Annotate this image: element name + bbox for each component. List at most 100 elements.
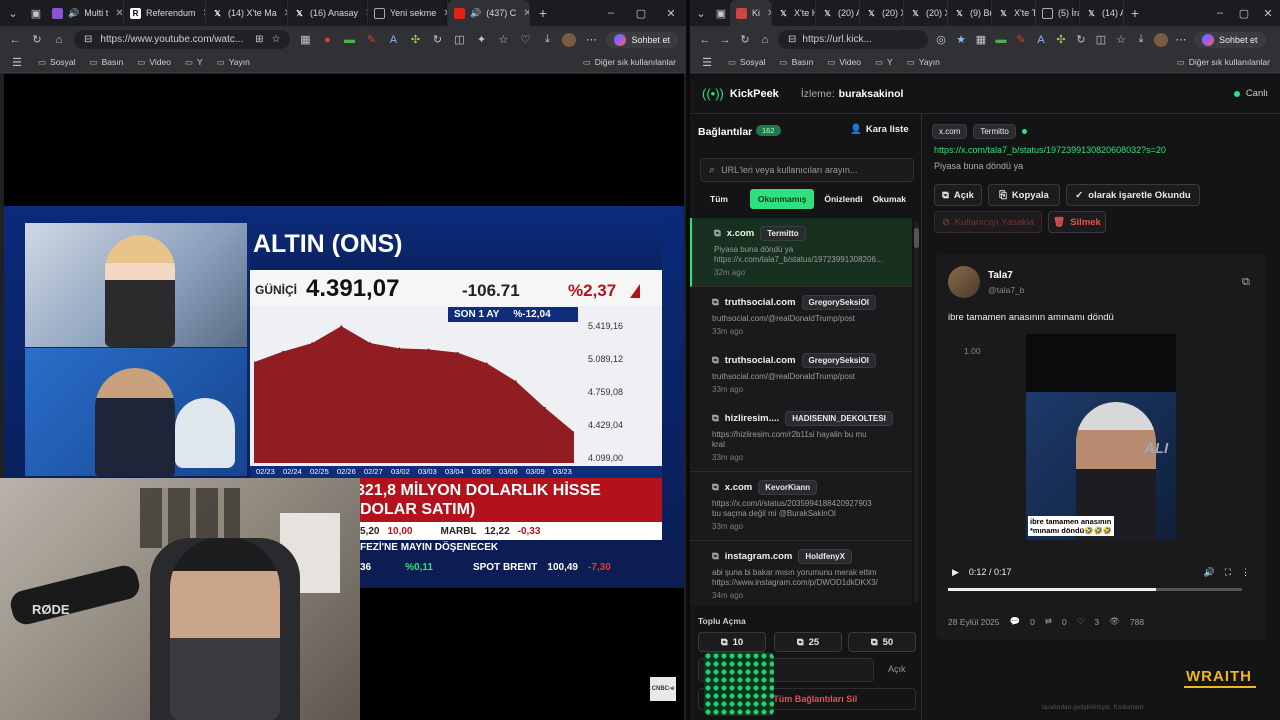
extension-3-icon[interactable]: ▬ — [342, 34, 356, 46]
chat-button[interactable]: Sohbet et — [606, 31, 678, 48]
tab-r7[interactable]: 𝕏 X'te Tr — [992, 0, 1036, 26]
avatar[interactable] — [562, 32, 577, 47]
tab-r9[interactable]: 𝕏 (14) A — [1080, 0, 1124, 26]
tab-r3[interactable]: 𝕏 (20) A — [816, 0, 860, 26]
extension-1-icon[interactable]: ▦ — [298, 33, 312, 46]
tab-1[interactable]: 🔊 Multi t ✕ — [46, 0, 124, 26]
split-screen-icon[interactable]: ◫ — [452, 33, 466, 46]
reload-icon[interactable]: ↻ — [738, 33, 752, 46]
filter-previewed[interactable]: Önizlendi — [824, 194, 862, 204]
tab-menu-icon[interactable]: ⌄ — [690, 7, 712, 20]
downloads-icon[interactable]: ⤓ — [1134, 33, 1148, 46]
video-progress-track[interactable] — [948, 588, 1242, 591]
bookmark-folder[interactable]: ▭ Basın — [780, 57, 814, 68]
scrollbar-thumb[interactable] — [914, 228, 919, 248]
refresh-ext-icon[interactable]: ↻ — [430, 33, 444, 46]
list-item[interactable]: ⧉ x.com KevorKiann https://x.com/i/status/… — [690, 472, 912, 541]
url-input[interactable]: ⊟ https://url.kick... — [778, 30, 928, 49]
tab-4[interactable]: 𝕏(16) Anasay✕ — [288, 0, 368, 26]
site-info-icon[interactable]: ⊟ — [788, 34, 796, 45]
tab-6-active[interactable]: 🔊 (437) C ✕ — [448, 0, 530, 26]
workspaces-icon[interactable]: ▣ — [712, 7, 730, 20]
volume-icon[interactable]: 🔊 — [1203, 567, 1214, 578]
ban-user-button[interactable]: ⊘ Kullanıcıyı Yasakla — [934, 211, 1042, 233]
more-icon[interactable]: ⋯ — [584, 33, 598, 46]
url-input[interactable]: ⊟ https://www.youtube.com/watc... ⊞ ☆ — [74, 30, 291, 49]
bookmark-folder[interactable]: ▭ Y — [185, 57, 203, 68]
bookmark-folder[interactable]: ▭ Yayın — [907, 57, 940, 68]
filter-all[interactable]: Tüm — [698, 194, 740, 204]
copy-link-button[interactable]: ⎘ Kopyala — [988, 184, 1060, 206]
forward-icon[interactable]: → — [718, 34, 732, 46]
other-favorites[interactable]: ▭ Diğer sık kullanılanlar — [583, 57, 676, 68]
maximize-icon[interactable]: ▢ — [1232, 7, 1256, 20]
bookmark-folder[interactable]: ▭ Y — [875, 57, 893, 68]
favorites-icon[interactable]: ☆ — [496, 33, 510, 46]
split-screen-icon[interactable]: ◫ — [1094, 33, 1108, 46]
blacklist-button[interactable]: 👤 Kara liste — [850, 124, 909, 135]
video-menu-icon[interactable]: ⋮ — [1241, 567, 1250, 578]
new-tab-icon[interactable]: + — [530, 5, 556, 21]
video-player[interactable]: ALTIN (ONS) GÜNİÇİ 4.391,07 -106.71 %2,3… — [0, 74, 684, 720]
new-tab-icon[interactable]: + — [1124, 5, 1146, 21]
other-favorites[interactable]: ▭ Diğer sık kullanılanlar — [1177, 57, 1270, 68]
home-icon[interactable]: ⌂ — [52, 34, 66, 46]
tab-5[interactable]: Yeni sekme✕ — [368, 0, 448, 26]
tab-r6[interactable]: 𝕏 (9) Bu — [948, 0, 992, 26]
tab-r8[interactable]: (5) İra — [1036, 0, 1080, 26]
tab-kickpeek-active[interactable]: Ki✕ — [730, 0, 772, 26]
bookmarks-icon[interactable]: ☰ — [10, 56, 24, 69]
tweet-video[interactable]: ALI ibre tamamen anasının *mınamı döndü🤣… — [1026, 334, 1176, 540]
bookmark-folder[interactable]: ▭ Yayın — [217, 57, 250, 68]
more-icon[interactable]: ⋯ — [1174, 33, 1188, 46]
tab-r4[interactable]: 𝕏 (20) X — [860, 0, 904, 26]
favorites-icon[interactable]: ☆ — [1114, 33, 1128, 46]
extension-1-icon[interactable]: ▦ — [974, 33, 988, 46]
site-info-icon[interactable]: ⊟ — [84, 34, 92, 45]
open-link-button[interactable]: ⧉ Açık — [934, 184, 982, 206]
list-item[interactable]: ⧉ x.com Termitto Piyasa buna döndü ya http… — [690, 218, 912, 287]
play-icon[interactable]: ▶ — [952, 567, 959, 578]
reload-icon[interactable]: ↻ — [30, 33, 44, 46]
bookmark-folder[interactable]: ▭ Basın — [90, 57, 124, 68]
bookmarks-icon[interactable]: ☰ — [700, 56, 714, 69]
list-item[interactable]: ⧉ instagram.com HoldfenyX abi şuna bi baka… — [690, 541, 912, 606]
filter-read[interactable]: Okumak — [872, 194, 914, 204]
filter-unread[interactable]: Okunmamış — [749, 189, 815, 209]
browser-essentials-icon[interactable]: ♡ — [518, 33, 532, 46]
avatar[interactable] — [1154, 32, 1168, 47]
mark-read-button[interactable]: ✓ olarak işaretle Okundu — [1066, 184, 1200, 206]
detail-url[interactable]: https://x.com/tala7_b/status/19723991308… — [934, 145, 1166, 155]
tab-close-icon[interactable]: ✕ — [115, 8, 123, 19]
favorite-star-icon[interactable]: ☆ — [272, 34, 281, 45]
bookmark-folder[interactable]: ▭ Video — [827, 57, 861, 68]
extension-4-icon[interactable]: A — [1034, 34, 1048, 46]
delete-link-button[interactable]: 🗑 Silmek — [1048, 211, 1106, 233]
extension-2-icon[interactable]: ▬ — [994, 34, 1008, 46]
extension-6-icon[interactable]: ✣ — [408, 33, 422, 46]
chat-button[interactable]: Sohbet et — [1194, 31, 1266, 48]
maximize-icon[interactable]: ▢ — [626, 7, 656, 20]
bookmark-folder[interactable]: ▭ Sosyal — [38, 57, 76, 68]
search-input[interactable]: ⌕ URL'leri veya kullanıcıları arayın... — [700, 158, 914, 182]
tracking-icon[interactable]: ◎ — [934, 33, 948, 46]
refresh-ext-icon[interactable]: ↻ — [1074, 33, 1088, 46]
tab-r2[interactable]: 𝕏 X'te H — [772, 0, 816, 26]
extensions-icon[interactable]: ✦ — [474, 33, 488, 46]
open-tweet-icon[interactable]: ⧉ — [1242, 276, 1250, 289]
links-list[interactable]: ⧉ x.com Termitto Piyasa buna döndü ya http… — [690, 218, 922, 606]
extension-5-icon[interactable]: ✣ — [1054, 33, 1068, 46]
close-window-icon[interactable]: ✕ — [1256, 7, 1280, 20]
extension-4-icon[interactable]: ✎ — [364, 33, 378, 46]
workspaces-icon[interactable]: ▣ — [26, 7, 46, 20]
bulk-open-button[interactable]: Açık — [888, 664, 906, 674]
tab-r5[interactable]: 𝕏 (20) X — [904, 0, 948, 26]
minimize-icon[interactable]: – — [596, 7, 626, 19]
minimize-icon[interactable]: – — [1208, 7, 1232, 19]
fullscreen-icon[interactable]: ⛶ — [1225, 567, 1231, 578]
tab-3[interactable]: 𝕏(14) X'te Ma✕ — [206, 0, 288, 26]
close-window-icon[interactable]: ✕ — [656, 7, 686, 20]
extension-5-icon[interactable]: A — [386, 34, 400, 46]
bulk-open-50-button[interactable]: ⧉ 50 — [848, 632, 916, 652]
bulk-open-25-button[interactable]: ⧉ 25 — [774, 632, 842, 652]
